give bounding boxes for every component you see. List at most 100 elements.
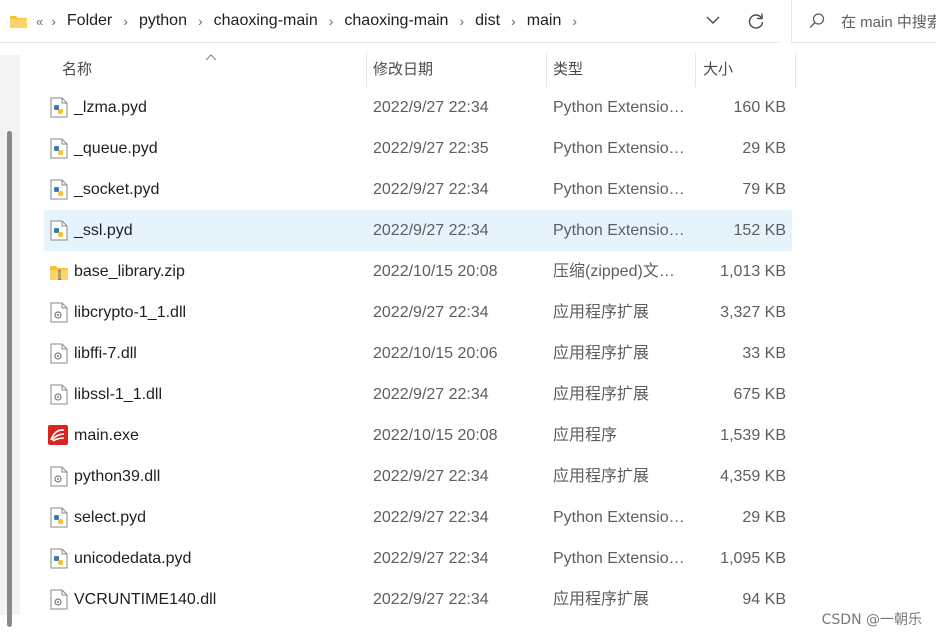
python-file-icon (50, 97, 68, 118)
file-row[interactable]: libssl-1_1.dll 2022/9/27 22:34 应用程序扩展 675 K… (44, 374, 792, 415)
file-size: 152 KB (733, 222, 786, 239)
top-bar: « › Folder › python › chaoxing-main › ch… (0, 0, 936, 43)
file-date: 2022/9/27 22:34 (373, 468, 489, 485)
python-file-icon (50, 548, 68, 569)
file-type: 应用程序 (553, 427, 618, 444)
breadcrumb-item[interactable]: › chaoxing-main (318, 12, 449, 30)
zip-folder-icon (49, 263, 68, 284)
file-size: 3,327 KB (720, 304, 786, 321)
file-type: 应用程序扩展 (553, 386, 650, 403)
breadcrumb-label: python (138, 12, 187, 29)
file-name: select.pyd (74, 509, 147, 526)
file-date: 2022/10/15 20:06 (373, 345, 498, 362)
file-size: 94 KB (742, 591, 786, 608)
file-size: 1,539 KB (720, 427, 786, 444)
file-name: libffi-7.dll (74, 345, 137, 362)
file-date: 2022/9/27 22:34 (373, 550, 489, 567)
python-file-icon (50, 507, 68, 528)
search-placeholder: 在 main 中搜索 (841, 13, 936, 31)
file-row[interactable]: _lzma.pyd 2022/9/27 22:34 Python Extension… (44, 87, 792, 128)
column-headers: 名称 修改日期 类型 大小 (42, 53, 802, 87)
separator-icon: › (328, 13, 334, 29)
breadcrumb-label: dist (475, 12, 501, 29)
file-type: Python Extension Module (553, 222, 687, 239)
breadcrumb-label: chaoxing-main (213, 12, 318, 29)
file-size: 675 KB (733, 386, 786, 403)
dll-file-icon (50, 589, 68, 610)
file-type: 应用程序扩展 (553, 304, 650, 321)
separator-icon: › (459, 13, 465, 29)
dll-file-icon (50, 302, 68, 323)
separator-icon: › (123, 13, 128, 29)
column-header-size[interactable]: 大小 (703, 53, 733, 87)
file-row[interactable]: base_library.zip 2022/10/15 20:08 压缩(zippe… (44, 251, 792, 292)
file-date: 2022/9/27 22:34 (373, 222, 489, 239)
breadcrumb-label: main (526, 12, 562, 29)
file-row[interactable]: libffi-7.dll 2022/10/15 20:06 应用程序扩展 33 KB (44, 333, 792, 374)
file-row[interactable]: libcrypto-1_1.dll 2022/9/27 22:34 应用程序扩展 3,… (44, 292, 792, 333)
file-date: 2022/9/27 22:34 (373, 509, 489, 526)
overflow-chevron-icon[interactable]: « (36, 14, 43, 29)
column-divider[interactable] (366, 53, 367, 87)
breadcrumb-item[interactable]: › dist (448, 12, 500, 30)
scrollbar-thumb[interactable] (7, 131, 12, 627)
file-date: 2022/10/15 20:08 (373, 263, 498, 280)
file-size: 1,095 KB (720, 550, 786, 567)
file-row[interactable]: _socket.pyd 2022/9/27 22:34 Python Extensi… (44, 169, 792, 210)
sort-ascending-icon (205, 49, 217, 61)
dll-file-icon (50, 384, 68, 405)
file-row[interactable]: VCRUNTIME140.dll 2022/9/27 22:34 应用程序扩展 94 … (44, 579, 792, 620)
breadcrumb-item[interactable]: › main (500, 12, 561, 30)
file-name: libssl-1_1.dll (74, 386, 163, 403)
file-date: 2022/9/27 22:34 (373, 304, 489, 321)
file-size: 4,359 KB (720, 468, 786, 485)
file-type: Python Extension Module (553, 99, 687, 116)
column-divider[interactable] (695, 53, 696, 87)
search-box[interactable]: 在 main 中搜索 (791, 0, 936, 43)
watermark: CSDN @一朝乐 (821, 612, 922, 628)
file-row[interactable]: python39.dll 2022/9/27 22:34 应用程序扩展 4,359 K… (44, 456, 792, 497)
address-bar[interactable]: « › Folder › python › chaoxing-main › ch… (0, 0, 779, 43)
file-name: unicodedata.pyd (74, 550, 192, 567)
column-divider[interactable] (546, 53, 547, 87)
file-date: 2022/9/27 22:35 (373, 140, 489, 157)
file-name: VCRUNTIME140.dll (74, 591, 217, 608)
file-name: python39.dll (74, 468, 161, 485)
search-icon (808, 12, 826, 30)
file-name: libcrypto-1_1.dll (74, 304, 187, 321)
column-header-date[interactable]: 修改日期 (373, 53, 433, 87)
separator-icon: › (51, 13, 56, 29)
file-date: 2022/9/27 22:34 (373, 181, 489, 198)
file-size: 33 KB (742, 345, 786, 362)
file-size: 1,013 KB (720, 263, 786, 280)
file-size: 160 KB (733, 99, 786, 116)
file-type: Python Extension Module (553, 140, 687, 157)
file-name: _queue.pyd (74, 140, 158, 157)
separator-icon: › (511, 13, 516, 29)
dll-file-icon (50, 466, 68, 487)
breadcrumb-item[interactable]: › Folder (43, 12, 112, 30)
breadcrumb-label: chaoxing-main (344, 12, 449, 29)
file-type: 压缩(zipped)文件夹 (553, 263, 687, 280)
file-size: 79 KB (742, 181, 786, 198)
breadcrumb-item[interactable]: › python (112, 12, 187, 30)
app-exe-icon (48, 425, 68, 446)
file-row[interactable]: _queue.pyd 2022/9/27 22:35 Python Extensio… (44, 128, 792, 169)
dll-file-icon (50, 343, 68, 364)
refresh-icon[interactable] (746, 11, 766, 31)
breadcrumb-trailing[interactable]: › (561, 13, 588, 29)
folder-icon (9, 13, 28, 29)
column-header-type[interactable]: 类型 (553, 53, 583, 87)
breadcrumb-item[interactable]: › chaoxing-main (187, 12, 318, 30)
column-header-name[interactable]: 名称 (62, 53, 92, 87)
address-history-chevron-down-icon[interactable] (705, 11, 721, 29)
file-size: 29 KB (742, 509, 786, 526)
file-type: 应用程序扩展 (553, 345, 650, 362)
file-row[interactable]: unicodedata.pyd 2022/9/27 22:34 Python Ext… (44, 538, 792, 579)
file-row[interactable]: _ssl.pyd 2022/9/27 22:34 Python Extension … (44, 210, 792, 251)
file-row[interactable]: main.exe 2022/10/15 20:08 应用程序 1,539 KB (44, 415, 792, 456)
file-type: 应用程序扩展 (553, 468, 650, 485)
column-divider[interactable] (795, 53, 796, 87)
file-row[interactable]: select.pyd 2022/9/27 22:34 Python Extensio… (44, 497, 792, 538)
file-type: Python Extension Module (553, 509, 687, 526)
